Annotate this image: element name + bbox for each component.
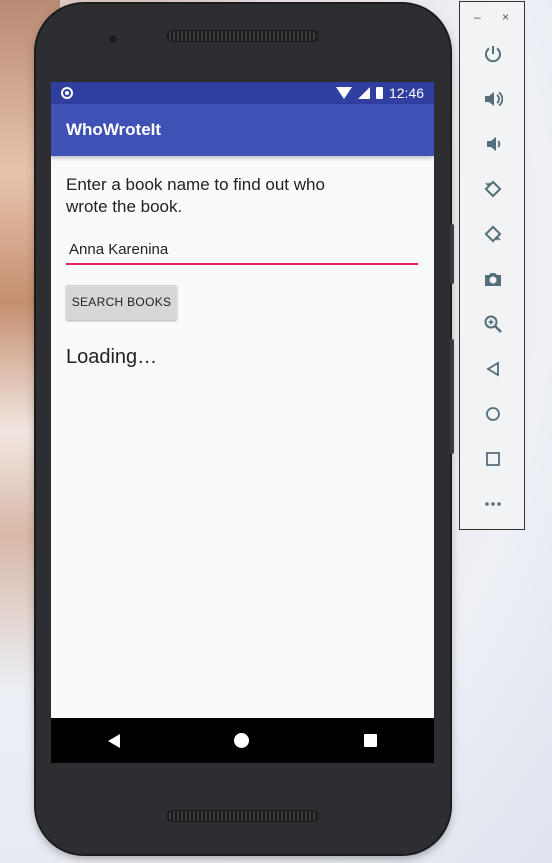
rotate-right-icon[interactable]: [481, 222, 505, 246]
emulator-toolbar: – ×: [459, 1, 525, 530]
search-books-button[interactable]: SEARCH BOOKS: [66, 285, 177, 320]
minimize-button[interactable]: –: [474, 10, 481, 24]
phone-frame: 12:46 WhoWroteIt Enter a book name to fi…: [36, 4, 454, 854]
instructions-text: Enter a book name to find out who wrote …: [66, 175, 325, 216]
volume-up-icon[interactable]: [481, 87, 505, 111]
status-icons: 12:46: [335, 85, 424, 101]
bottom-speaker: [167, 810, 319, 822]
app-bar: WhoWroteIt: [51, 104, 434, 156]
battery-icon: [375, 87, 383, 99]
nav-home-icon[interactable]: [234, 733, 250, 748]
volume-rocker: [450, 224, 454, 284]
cell-signal-icon: [357, 87, 370, 99]
status-bar: 12:46: [51, 82, 434, 104]
more-icon[interactable]: [481, 492, 505, 516]
app-title: WhoWroteIt: [66, 120, 162, 139]
notification-icon: [61, 87, 73, 99]
main-content: Enter a book name to find out who wrote …: [51, 156, 434, 387]
front-camera: [109, 35, 117, 43]
nav-back-icon[interactable]: [108, 733, 121, 748]
camera-icon[interactable]: [481, 267, 505, 291]
power-icon[interactable]: [481, 42, 505, 66]
navigation-bar: [51, 718, 434, 763]
back-icon[interactable]: [481, 357, 505, 381]
book-name-input[interactable]: [66, 238, 418, 265]
nav-overview-icon[interactable]: [363, 734, 377, 747]
home-icon[interactable]: [481, 402, 505, 426]
volume-down-icon[interactable]: [481, 132, 505, 156]
wifi-icon: [335, 87, 352, 99]
power-key: [450, 339, 454, 454]
top-speaker: [167, 30, 319, 42]
close-button[interactable]: ×: [502, 10, 509, 24]
device-screen: 12:46 WhoWroteIt Enter a book name to fi…: [51, 82, 434, 763]
overview-icon[interactable]: [481, 447, 505, 471]
zoom-icon[interactable]: [481, 312, 505, 336]
result-text: Loading…: [66, 346, 158, 368]
rotate-left-icon[interactable]: [481, 177, 505, 201]
status-time: 12:46: [388, 85, 424, 101]
